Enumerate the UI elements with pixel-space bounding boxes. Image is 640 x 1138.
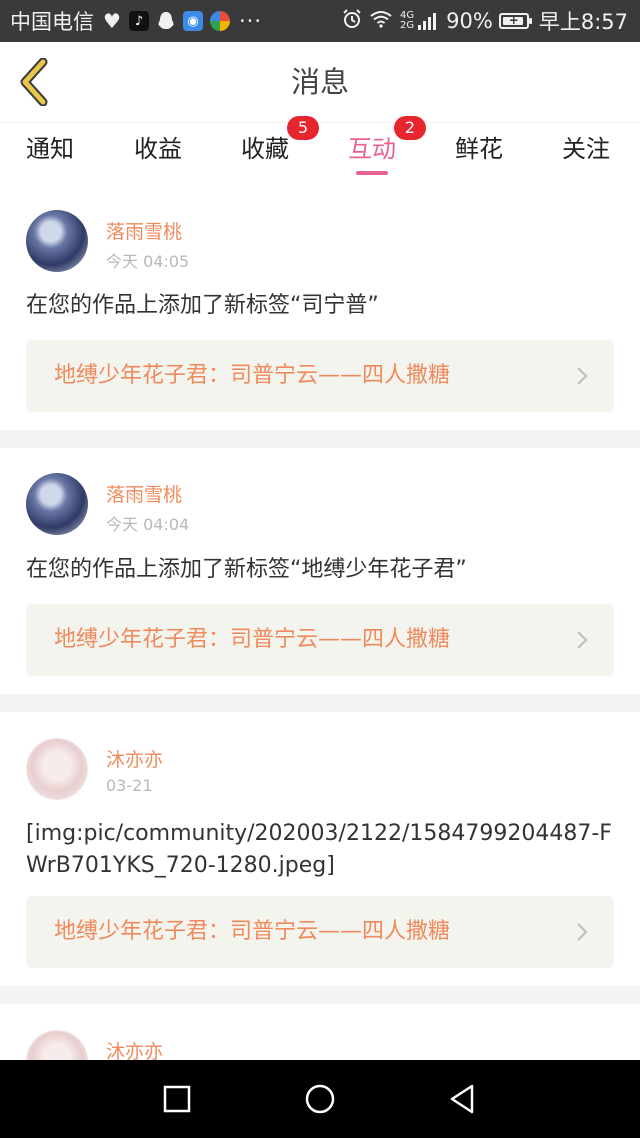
chevron-right-icon <box>577 367 588 385</box>
feed-item: 沐亦亦 <box>0 1004 640 1060</box>
tab-favorites[interactable]: 收藏 5 <box>241 116 319 179</box>
work-title: 地缚少年花子君：司普宁云——四人撒糖 <box>54 627 451 652</box>
username[interactable]: 沐亦亦 <box>106 745 163 772</box>
work-link[interactable]: 地缚少年花子君：司普宁云——四人撒糖 <box>26 340 614 412</box>
network-type-2g: 2G <box>400 20 415 31</box>
timestamp: 03-21 <box>106 776 153 795</box>
back-triangle-icon <box>450 1084 474 1114</box>
avatar[interactable] <box>26 210 88 272</box>
app-header: 消息 <box>0 42 640 122</box>
heart-app-icon: ♥ <box>103 9 121 33</box>
status-bar-left: 中国电信 ♥ ♪ ◉ ··· <box>10 0 262 42</box>
tab-flowers[interactable]: 鲜花 <box>455 123 503 179</box>
back-nav-button[interactable] <box>442 1079 482 1119</box>
status-bar: 中国电信 ♥ ♪ ◉ ··· 4G 2G 90% + 早上8:57 <box>0 0 640 42</box>
timestamp: 今天 04:04 <box>106 515 190 534</box>
chevron-right-icon <box>577 631 588 649</box>
feed-divider <box>0 986 640 1004</box>
avatar[interactable] <box>26 1030 88 1060</box>
interaction-feed: 落雨雪桃 今天 04:05 在您的作品上添加了新标签“司宁普” 地缚少年花子君：… <box>0 180 640 1060</box>
multicolor-app-icon <box>210 11 230 31</box>
home-circle-icon <box>305 1084 335 1114</box>
signal-icon <box>418 12 438 30</box>
network-type: 4G 2G <box>400 11 414 31</box>
unread-badge: 5 <box>287 116 319 140</box>
avatar[interactable] <box>26 473 88 535</box>
battery-charging-icon: + <box>498 13 532 29</box>
blue-app-icon: ◉ <box>183 11 203 31</box>
qq-penguin-icon <box>156 11 176 31</box>
alarm-icon <box>342 8 362 34</box>
wifi-icon <box>370 9 392 33</box>
work-link[interactable]: 地缚少年花子君：司普宁云——四人撒糖 <box>26 604 614 676</box>
tab-label: 鲜花 <box>455 135 503 163</box>
avatar[interactable] <box>26 738 88 800</box>
recent-apps-square-icon <box>163 1085 191 1113</box>
message-text: 在您的作品上添加了新标签“地缚少年花子君” <box>26 557 467 582</box>
tab-following[interactable]: 关注 <box>562 123 610 179</box>
feed-item: 落雨雪桃 今天 04:04 在您的作品上添加了新标签“地缚少年花子君” 地缚少年… <box>0 448 640 694</box>
tab-interactions[interactable]: 互动 2 <box>348 116 426 179</box>
battery-percent: 90% <box>446 9 493 33</box>
feed-divider <box>0 694 640 712</box>
username[interactable]: 落雨雪桃 <box>106 480 182 507</box>
carrier-name: 中国电信 <box>10 10 94 34</box>
username[interactable]: 沐亦亦 <box>106 1037 163 1060</box>
tab-earnings[interactable]: 收益 <box>134 123 182 179</box>
system-nav-bar <box>0 1060 640 1138</box>
clock: 早上8:57 <box>538 10 628 34</box>
unread-badge: 2 <box>394 116 426 140</box>
work-link[interactable]: 地缚少年花子君：司普宁云——四人撒糖 <box>26 896 614 968</box>
timestamp: 今天 04:05 <box>106 252 190 271</box>
status-bar-right: 4G 2G 90% + 早上8:57 <box>342 0 628 42</box>
active-tab-indicator <box>356 171 388 175</box>
work-title: 地缚少年花子君：司普宁云——四人撒糖 <box>54 363 451 388</box>
tab-label: 互动 <box>348 135 396 163</box>
charging-plus-icon: + <box>508 13 519 27</box>
tab-label: 关注 <box>562 135 610 163</box>
tab-label: 收益 <box>134 135 182 163</box>
tiktok-icon: ♪ <box>129 11 149 31</box>
page-title: 消息 <box>290 65 349 99</box>
tab-label: 通知 <box>26 135 74 163</box>
tab-bar: 通知 收益 收藏 5 互动 2 鲜花 关注 <box>0 116 640 180</box>
feed-item: 沐亦亦 03-21 [img:pic/community/202003/2122… <box>0 712 640 986</box>
chevron-right-icon <box>577 923 588 941</box>
message-text: 在您的作品上添加了新标签“司宁普” <box>26 293 379 318</box>
home-button[interactable] <box>300 1079 340 1119</box>
recent-apps-button[interactable] <box>157 1079 197 1119</box>
feed-divider <box>0 430 640 448</box>
work-title: 地缚少年花子君：司普宁云——四人撒糖 <box>54 919 451 944</box>
tab-notifications[interactable]: 通知 <box>26 123 74 179</box>
username[interactable]: 落雨雪桃 <box>106 217 182 244</box>
tab-label: 收藏 <box>241 135 289 163</box>
feed-item: 落雨雪桃 今天 04:05 在您的作品上添加了新标签“司宁普” 地缚少年花子君：… <box>0 180 640 430</box>
more-notifications: ··· <box>239 9 263 33</box>
message-text: [img:pic/community/202003/2122/158479920… <box>26 821 612 878</box>
